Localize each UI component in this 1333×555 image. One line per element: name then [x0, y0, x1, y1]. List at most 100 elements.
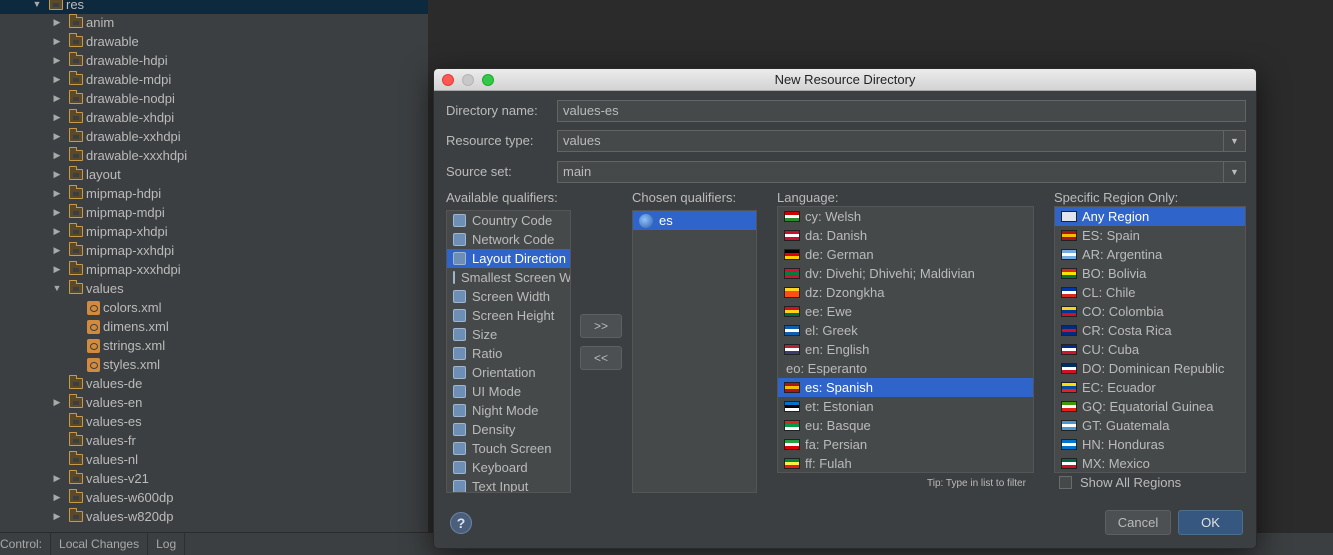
tree-row-mipmap-mdpi[interactable]: ▶ mipmap-mdpi	[0, 203, 165, 222]
tree-row-values-en[interactable]: ▶ values-en	[0, 393, 142, 412]
tree-row-dimens-xml[interactable]: dimens.xml	[0, 317, 169, 336]
tree-row-mipmap-hdpi[interactable]: ▶ mipmap-hdpi	[0, 184, 161, 203]
qualifier-item[interactable]: Smallest Screen Width	[447, 268, 570, 287]
tree-row-drawable-hdpi[interactable]: ▶ drawable-hdpi	[0, 51, 168, 70]
chevron-right-icon[interactable]: ▶	[51, 32, 63, 51]
language-item[interactable]: cy: Welsh	[778, 207, 1033, 226]
tree-row-drawable-xxxhdpi[interactable]: ▶ drawable-xxxhdpi	[0, 146, 187, 165]
chevron-right-icon[interactable]: ▶	[51, 165, 63, 184]
available-qualifiers-list[interactable]: Country Code Network Code Layout Direction…	[446, 210, 571, 493]
tree-row-colors-xml[interactable]: colors.xml	[0, 298, 162, 317]
region-item[interactable]: GT: Guatemala	[1055, 416, 1245, 435]
qualifier-item[interactable]: Network Code	[447, 230, 570, 249]
region-item[interactable]: CL: Chile	[1055, 283, 1245, 302]
qualifier-item[interactable]: Night Mode	[447, 401, 570, 420]
chevron-right-icon[interactable]: ▶	[51, 393, 63, 412]
qualifier-item[interactable]: Orientation	[447, 363, 570, 382]
chevron-right-icon[interactable]: ▶	[51, 260, 63, 279]
chevron-right-icon[interactable]: ▶	[51, 507, 63, 526]
chevron-down-icon[interactable]: ▼	[1223, 131, 1245, 151]
language-item[interactable]: es: Spanish	[778, 378, 1033, 397]
tree-row-layout[interactable]: ▶ layout	[0, 165, 121, 184]
chevron-down-icon[interactable]: ▼	[51, 279, 63, 298]
region-item[interactable]: GQ: Equatorial Guinea	[1055, 397, 1245, 416]
chevron-right-icon[interactable]: ▶	[51, 146, 63, 165]
show-all-regions-row[interactable]: Show All Regions	[1059, 475, 1181, 490]
tree-row-anim[interactable]: ▶ anim	[0, 13, 114, 32]
language-item[interactable]: dz: Dzongkha	[778, 283, 1033, 302]
region-item[interactable]: CU: Cuba	[1055, 340, 1245, 359]
language-item[interactable]: ee: Ewe	[778, 302, 1033, 321]
qualifier-item[interactable]: Screen Height	[447, 306, 570, 325]
directory-name-field[interactable]: values-es	[557, 100, 1246, 122]
language-list[interactable]: cy: Welsh da: Danish de: German dv: Divehi;…	[777, 206, 1034, 473]
cancel-button[interactable]: Cancel	[1105, 510, 1171, 535]
qualifier-item[interactable]: Layout Direction	[447, 249, 570, 268]
tree-row-mipmap-xhdpi[interactable]: ▶ mipmap-xhdpi	[0, 222, 168, 241]
tree-row-values-fr[interactable]: values-fr	[0, 431, 136, 450]
region-item[interactable]: HN: Honduras	[1055, 435, 1245, 454]
source-set-combo[interactable]: main ▼	[557, 161, 1246, 183]
region-list[interactable]: Any Region ES: Spain AR: Argentina BO: Boli…	[1054, 206, 1246, 473]
tree-row-mipmap-xxhdpi[interactable]: ▶ mipmap-xxhdpi	[0, 241, 174, 260]
chevron-right-icon[interactable]: ▶	[51, 203, 63, 222]
tree-row-mipmap-xxxhdpi[interactable]: ▶ mipmap-xxxhdpi	[0, 260, 181, 279]
zoom-window-button[interactable]	[482, 74, 494, 86]
qualifier-item[interactable]: Text Input	[447, 477, 570, 492]
language-item[interactable]: dv: Divehi; Dhivehi; Maldivian	[778, 264, 1033, 283]
language-item[interactable]: ff: Fulah	[778, 454, 1033, 472]
tree-row-strings-xml[interactable]: strings.xml	[0, 336, 165, 355]
remove-qualifier-button[interactable]: <<	[580, 346, 622, 370]
qualifier-item[interactable]: Keyboard	[447, 458, 570, 477]
chevron-right-icon[interactable]: ▶	[51, 241, 63, 260]
language-item[interactable]: en: English	[778, 340, 1033, 359]
tree-row-values-w820dp[interactable]: ▶ values-w820dp	[0, 507, 173, 526]
tree-row-drawable-nodpi[interactable]: ▶ drawable-nodpi	[0, 89, 175, 108]
language-item[interactable]: el: Greek	[778, 321, 1033, 340]
chevron-right-icon[interactable]: ▶	[51, 469, 63, 488]
log-tab[interactable]: Log	[148, 532, 186, 555]
qualifier-item[interactable]: Touch Screen	[447, 439, 570, 458]
qualifier-item[interactable]: Ratio	[447, 344, 570, 363]
region-item[interactable]: EC: Ecuador	[1055, 378, 1245, 397]
language-item[interactable]: de: German	[778, 245, 1033, 264]
chevron-right-icon[interactable]: ▶	[51, 51, 63, 70]
chevron-right-icon[interactable]: ▶	[51, 488, 63, 507]
chevron-right-icon[interactable]: ▶	[51, 127, 63, 146]
region-item[interactable]: CO: Colombia	[1055, 302, 1245, 321]
tree-row-values[interactable]: ▼ values	[0, 279, 124, 298]
region-item[interactable]: CR: Costa Rica	[1055, 321, 1245, 340]
region-item[interactable]: DO: Dominican Republic	[1055, 359, 1245, 378]
language-item[interactable]: da: Danish	[778, 226, 1033, 245]
region-item[interactable]: MX: Mexico	[1055, 454, 1245, 472]
local-changes-tab[interactable]: Local Changes	[51, 532, 149, 555]
region-item[interactable]: BO: Bolivia	[1055, 264, 1245, 283]
language-item[interactable]: eo: Esperanto	[778, 359, 1033, 378]
chevron-right-icon[interactable]: ▶	[51, 70, 63, 89]
tree-row-drawable-xhdpi[interactable]: ▶ drawable-xhdpi	[0, 108, 174, 127]
language-item[interactable]: eu: Basque	[778, 416, 1033, 435]
help-button[interactable]: ?	[450, 512, 472, 534]
tree-row-values-es[interactable]: values-es	[0, 412, 142, 431]
tree-row-res[interactable]: ▼ res	[0, 0, 428, 14]
chosen-qualifier-item[interactable]: es	[633, 211, 756, 230]
qualifier-item[interactable]: Size	[447, 325, 570, 344]
tree-row-drawable[interactable]: ▶ drawable	[0, 32, 139, 51]
tree-row-styles-xml[interactable]: styles.xml	[0, 355, 160, 374]
language-item[interactable]: et: Estonian	[778, 397, 1033, 416]
resource-type-combo[interactable]: values ▼	[557, 130, 1246, 152]
qualifier-item[interactable]: Density	[447, 420, 570, 439]
ok-button[interactable]: OK	[1178, 510, 1243, 535]
language-item[interactable]: fa: Persian	[778, 435, 1033, 454]
chevron-down-icon[interactable]: ▼	[31, 0, 43, 14]
qualifier-item[interactable]: Country Code	[447, 211, 570, 230]
tree-row-values-v21[interactable]: ▶ values-v21	[0, 469, 149, 488]
region-item[interactable]: ES: Spain	[1055, 226, 1245, 245]
show-all-regions-checkbox[interactable]	[1059, 476, 1072, 489]
qualifier-item[interactable]: Screen Width	[447, 287, 570, 306]
chevron-down-icon[interactable]: ▼	[1223, 162, 1245, 182]
chosen-qualifiers-list[interactable]: es	[632, 210, 757, 493]
region-item[interactable]: Any Region	[1055, 207, 1245, 226]
qualifier-item[interactable]: UI Mode	[447, 382, 570, 401]
close-window-button[interactable]	[442, 74, 454, 86]
